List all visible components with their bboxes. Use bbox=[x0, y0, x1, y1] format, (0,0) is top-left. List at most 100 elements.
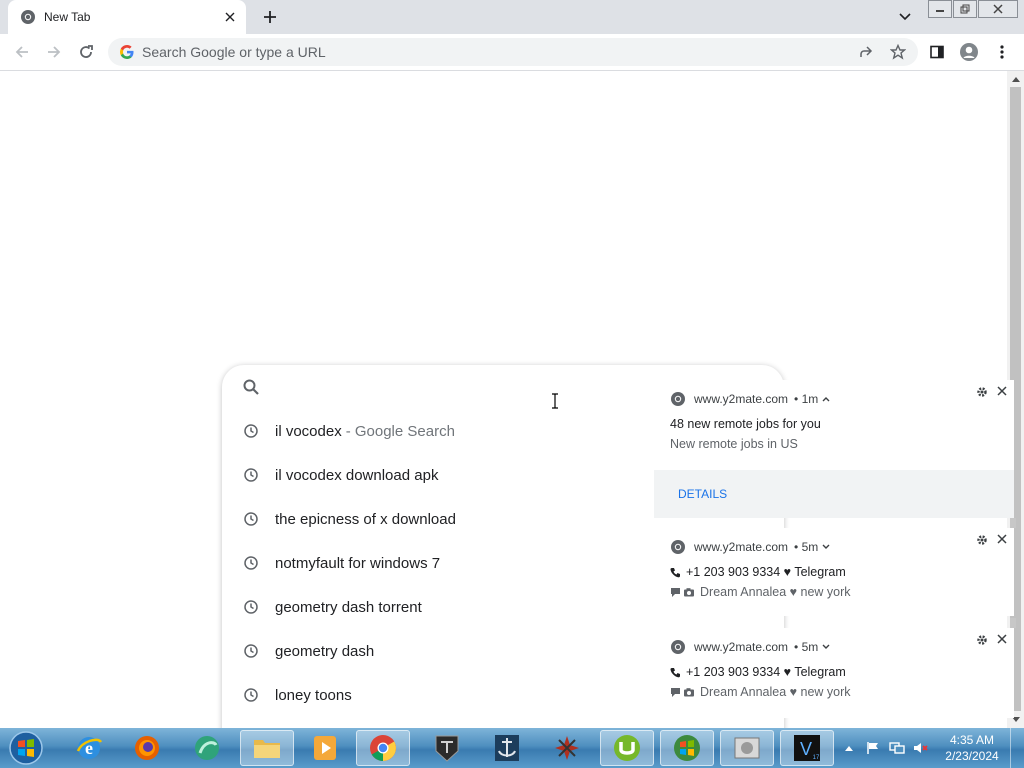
notification-time: • 5m bbox=[794, 540, 819, 554]
utorrent-icon[interactable] bbox=[600, 730, 654, 766]
history-clock-icon bbox=[243, 643, 259, 659]
details-label: DETAILS bbox=[678, 487, 728, 501]
close-window-button[interactable] bbox=[978, 0, 1018, 18]
app-icon[interactable] bbox=[180, 730, 234, 766]
phone-icon bbox=[670, 567, 680, 578]
svg-text:V: V bbox=[800, 739, 812, 759]
history-clock-icon bbox=[243, 687, 259, 703]
suggestion-suffix: - Google Search bbox=[345, 422, 455, 440]
tab-search-button[interactable] bbox=[894, 7, 916, 27]
share-icon[interactable] bbox=[854, 40, 878, 64]
chat-camera-icon bbox=[670, 587, 696, 598]
notification-title: 48 new remote jobs for you bbox=[670, 417, 821, 431]
notification-title: +1 203 903 9334 ♥ Telegram bbox=[686, 565, 846, 579]
back-button[interactable] bbox=[9, 39, 35, 65]
notification-stack-scrollbar bbox=[1010, 518, 1016, 528]
suggestion-text: loney toons bbox=[275, 686, 352, 704]
notification-stack-scrollbar bbox=[1010, 618, 1016, 628]
scroll-up-arrow-icon[interactable] bbox=[1007, 71, 1024, 87]
omnibox-placeholder: Search Google or type a URL bbox=[142, 44, 326, 60]
tab-title: New Tab bbox=[44, 10, 91, 24]
text-cursor-icon bbox=[551, 393, 559, 409]
new-tab-button[interactable] bbox=[258, 6, 282, 28]
suggestion-text: geometry dash bbox=[275, 642, 375, 660]
menu-kebab-icon[interactable] bbox=[989, 39, 1015, 65]
device-icon[interactable] bbox=[720, 730, 774, 766]
tab-strip: New Tab bbox=[0, 0, 1024, 34]
toolbar: Search Google or type a URL bbox=[0, 34, 1024, 71]
google-icon bbox=[119, 44, 135, 60]
close-icon[interactable] bbox=[996, 385, 1008, 397]
game-icon[interactable] bbox=[540, 730, 594, 766]
tab-new-tab[interactable]: New Tab bbox=[8, 0, 246, 34]
profile-avatar-icon[interactable] bbox=[956, 39, 982, 65]
reload-button[interactable] bbox=[73, 39, 99, 65]
firefox-icon[interactable] bbox=[120, 730, 174, 766]
notification-time: • 1m bbox=[794, 392, 819, 406]
notification-title: +1 203 903 9334 ♥ Telegram bbox=[686, 665, 846, 679]
notification-origin: www.y2mate.com bbox=[694, 392, 789, 406]
chat-camera-icon bbox=[670, 687, 696, 698]
show-desktop-button[interactable] bbox=[1010, 728, 1024, 768]
chrome-icon[interactable] bbox=[356, 730, 410, 766]
windows-icon[interactable] bbox=[660, 730, 714, 766]
restore-button[interactable] bbox=[953, 0, 977, 18]
media-player-icon[interactable] bbox=[298, 730, 352, 766]
windows-taskbar: e V 17 4:35 AM 2/23/2024 bbox=[0, 728, 1024, 768]
notification-card[interactable]: www.y2mate.com • 1m 48 new remote jobs f… bbox=[654, 380, 1014, 518]
file-explorer-icon[interactable] bbox=[240, 730, 294, 766]
history-clock-icon bbox=[243, 555, 259, 571]
history-clock-icon bbox=[243, 467, 259, 483]
notification-message: New remote jobs in US bbox=[670, 437, 798, 451]
network-icon[interactable] bbox=[888, 739, 906, 757]
notification-card[interactable]: www.y2mate.com • 5m +1 203 903 9334 ♥ Te… bbox=[654, 528, 1014, 616]
side-panel-button[interactable] bbox=[924, 39, 950, 65]
suggestion-text: il vocodex bbox=[275, 422, 342, 440]
show-hidden-icons-icon[interactable] bbox=[840, 739, 858, 757]
action-center-flag-icon[interactable] bbox=[864, 739, 882, 757]
ntp-search-input[interactable] bbox=[272, 373, 672, 401]
taskbar-clock[interactable]: 4:35 AM 2/23/2024 bbox=[940, 732, 1004, 764]
history-clock-icon bbox=[243, 423, 259, 439]
svg-text:17: 17 bbox=[813, 755, 820, 761]
minimize-button[interactable] bbox=[928, 0, 952, 18]
search-icon bbox=[242, 378, 260, 396]
phone-icon bbox=[670, 667, 680, 678]
world-of-tanks-icon[interactable] bbox=[420, 730, 474, 766]
gear-icon[interactable] bbox=[976, 386, 988, 398]
history-clock-icon bbox=[243, 511, 259, 527]
notification-message: Dream Annalea ♥ new york bbox=[700, 585, 851, 599]
world-of-warships-icon[interactable] bbox=[480, 730, 534, 766]
notification-origin: www.y2mate.com bbox=[694, 540, 789, 554]
chrome-icon bbox=[670, 639, 686, 655]
chevron-down-icon[interactable] bbox=[822, 544, 830, 550]
clock-time: 4:35 AM bbox=[949, 733, 995, 747]
start-button[interactable] bbox=[5, 730, 47, 766]
chevron-up-icon[interactable] bbox=[822, 396, 830, 402]
chrome-icon bbox=[670, 391, 686, 407]
omnibox[interactable]: Search Google or type a URL bbox=[108, 38, 918, 66]
suggestion-text: il vocodex download apk bbox=[275, 466, 439, 484]
close-icon[interactable] bbox=[996, 633, 1008, 645]
volume-muted-icon[interactable] bbox=[912, 739, 930, 757]
chevron-down-icon[interactable] bbox=[822, 644, 830, 650]
gear-icon[interactable] bbox=[976, 634, 988, 646]
notification-card[interactable]: www.y2mate.com • 5m +1 203 903 9334 ♥ Te… bbox=[654, 628, 1014, 718]
chrome-icon bbox=[670, 539, 686, 555]
suggestion-text: geometry dash torrent bbox=[275, 598, 422, 616]
details-button[interactable]: DETAILS bbox=[654, 470, 1014, 518]
vegas-icon[interactable]: V 17 bbox=[780, 730, 834, 766]
forward-button[interactable] bbox=[41, 39, 67, 65]
notification-origin: www.y2mate.com bbox=[694, 640, 789, 654]
suggestion-text: the epicness of x download bbox=[275, 510, 456, 528]
clock-date: 2/23/2024 bbox=[945, 749, 999, 763]
internet-explorer-icon[interactable]: e bbox=[62, 730, 116, 766]
chrome-icon bbox=[20, 9, 36, 25]
history-clock-icon bbox=[243, 599, 259, 615]
bookmark-star-icon[interactable] bbox=[886, 40, 910, 64]
tab-close-icon[interactable] bbox=[220, 7, 240, 27]
notification-time: • 5m bbox=[794, 640, 819, 654]
notification-message: Dream Annalea ♥ new york bbox=[700, 685, 851, 699]
gear-icon[interactable] bbox=[976, 534, 988, 546]
close-icon[interactable] bbox=[996, 533, 1008, 545]
